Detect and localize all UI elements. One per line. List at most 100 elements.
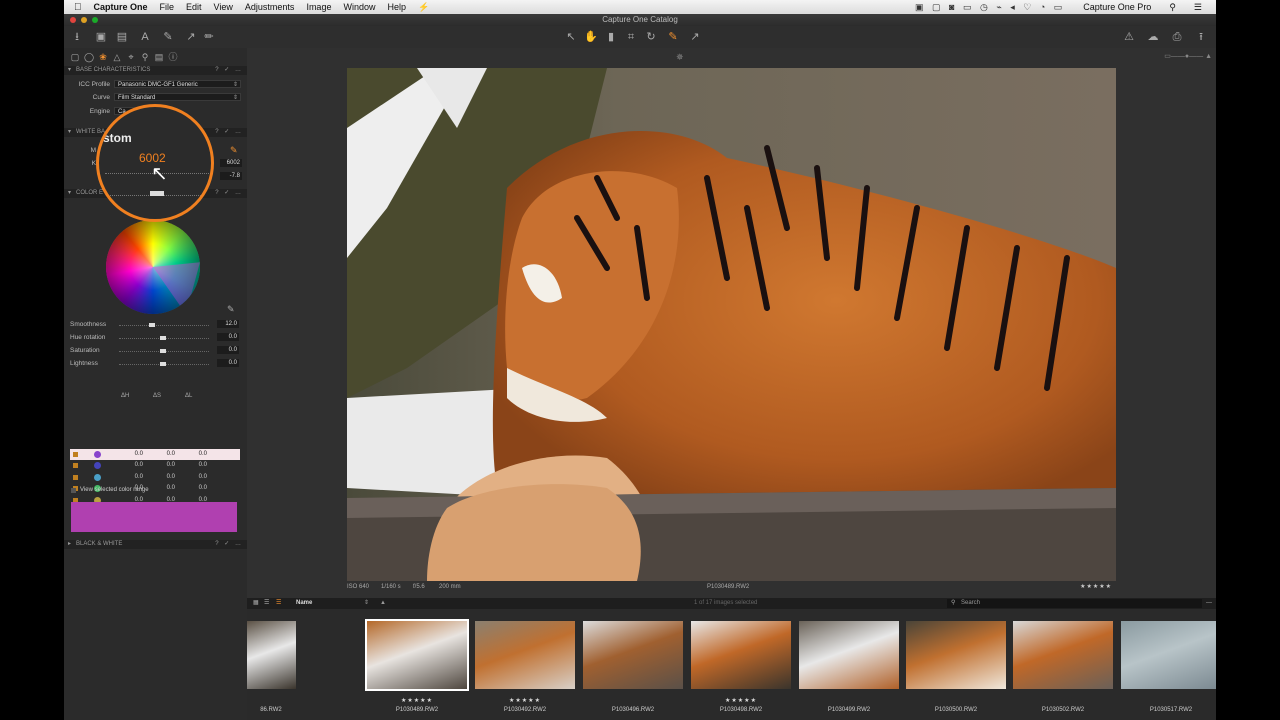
color-swatch[interactable] — [94, 451, 101, 458]
rotate-tool-icon[interactable]: ↻ — [644, 30, 658, 44]
smoothness-value[interactable]: 12.0 — [217, 320, 239, 328]
collapse-browser-icon[interactable]: — — [1206, 598, 1212, 609]
expand-arrow-icon[interactable]: ▸ — [68, 540, 71, 549]
brush-icon[interactable]: ✎ — [161, 30, 175, 44]
filmstrip-thumbnail[interactable] — [691, 621, 791, 689]
rating-stars[interactable]: ★★★★★ — [1080, 582, 1112, 593]
saturation-knob[interactable] — [160, 349, 166, 353]
import-icon[interactable]: ⭳ — [70, 30, 84, 44]
filmstrip-thumbnail[interactable] — [1013, 621, 1113, 689]
filmstrip-thumbnail[interactable] — [365, 619, 469, 691]
exposure-tab-icon[interactable]: △ — [112, 52, 122, 62]
library-tab-icon[interactable]: ▢ — [70, 52, 80, 62]
metadata-tab-icon[interactable]: ▤ — [154, 52, 164, 62]
thumbnail-rating[interactable]: ★★★★★ — [691, 697, 791, 704]
thumbnail-rating[interactable]: ★★★★★ — [475, 697, 575, 704]
wb-picker-icon[interactable]: ✎ — [230, 145, 238, 156]
hand-tool-icon[interactable]: ✋ — [584, 30, 598, 44]
select-tool-icon[interactable]: ↖ — [564, 30, 578, 44]
close-button[interactable] — [70, 17, 76, 23]
capture-icon[interactable]: ▣ — [94, 30, 108, 44]
enable-checkbox[interactable] — [73, 463, 78, 469]
saturation-value[interactable]: 0.0 — [217, 346, 239, 354]
thumbnail-rating[interactable]: ★★★★★ — [367, 697, 467, 704]
lightness-value[interactable]: 0.0 — [217, 359, 239, 367]
smoothness-knob[interactable] — [149, 323, 155, 327]
crop-tool-icon[interactable]: ⌗ — [624, 30, 638, 44]
section-controls[interactable]: ? ✓ … — [215, 540, 243, 549]
hue-rotation-value[interactable]: 0.0 — [217, 333, 239, 341]
zoom-button[interactable] — [92, 17, 98, 23]
sort-select[interactable]: Name — [296, 598, 312, 609]
sort-direction-icon[interactable]: ▲ — [380, 598, 386, 609]
color-adjustment-row[interactable]: 0.0 0.0 0.0 — [70, 449, 240, 460]
section-controls[interactable]: ? ✓ … — [215, 189, 243, 198]
color-adjustment-row[interactable]: 0.0 0.0 0.0 — [70, 472, 240, 483]
pen-icon[interactable]: ✏ — [202, 30, 216, 44]
menu-adjustments[interactable]: Adjustments — [239, 2, 301, 12]
browser-list-icon[interactable]: ☰ — [264, 598, 269, 609]
spotlight-icon[interactable]: ⚲ — [1163, 2, 1182, 13]
script-bolt-icon[interactable]: ⚡ — [412, 2, 435, 13]
text-tool-icon[interactable]: A — [138, 30, 152, 44]
hue-rotation-knob[interactable] — [160, 336, 166, 340]
menu-file[interactable]: File — [154, 2, 181, 12]
filmstrip-thumbnail[interactable] — [906, 621, 1006, 689]
filmstrip-thumbnail[interactable] — [1121, 621, 1216, 689]
filmstrip-thumbnail[interactable] — [799, 621, 899, 689]
menu-edit[interactable]: Edit — [180, 2, 208, 12]
section-controls[interactable]: ? ✓ … — [215, 66, 243, 75]
compare-icon[interactable]: ☁ — [1146, 30, 1160, 44]
browser-filmstrip-icon[interactable]: ☰ — [276, 598, 281, 609]
sort-updown-icon[interactable]: ⇕ — [364, 598, 369, 609]
app-menu[interactable]: Capture One — [88, 2, 154, 12]
wb-picker-icon[interactable]: ✎ — [666, 30, 680, 44]
color-wheel[interactable] — [106, 220, 200, 314]
base-characteristics-header[interactable]: ▾ BASE CHARACTERISTICS ? ✓ … — [64, 66, 247, 75]
filmstrip-thumbnail[interactable] — [583, 621, 683, 689]
collapse-arrow-icon[interactable]: ▾ — [68, 189, 71, 198]
section-controls[interactable]: ? ✓ … — [215, 128, 243, 137]
lens-tab-icon[interactable]: ⌖ — [126, 52, 136, 62]
view-range-checkbox[interactable] — [71, 488, 76, 493]
minimize-button[interactable] — [81, 17, 87, 23]
zoom-tool-icon[interactable]: ▮ — [604, 30, 618, 44]
lightness-knob[interactable] — [160, 362, 166, 366]
copy-apply-icon[interactable]: ↗ — [688, 30, 702, 44]
notification-icon[interactable]: ☰ — [1188, 2, 1208, 13]
collapse-arrow-icon[interactable]: ▾ — [68, 128, 71, 137]
menu-image[interactable]: Image — [300, 2, 337, 12]
info-tab-icon[interactable]: ⓘ — [168, 52, 178, 62]
curve-select[interactable]: Film Standard ⇕ — [114, 93, 241, 101]
color-swatch[interactable] — [94, 473, 101, 481]
export-icon[interactable]: ⭱ — [1194, 30, 1208, 44]
capture-tab-icon[interactable]: ◯ — [84, 52, 94, 62]
menu-help[interactable]: Help — [381, 2, 412, 12]
picker-icon[interactable]: ↗ — [184, 30, 198, 44]
filmstrip-thumbnail[interactable] — [475, 621, 575, 689]
collapse-arrow-icon[interactable]: ▾ — [68, 66, 71, 75]
enable-checkbox[interactable] — [73, 452, 78, 457]
live-view-icon[interactable]: ▤ — [115, 30, 129, 44]
color-tab-icon[interactable]: ❀ — [98, 52, 108, 62]
kelvin-value[interactable]: 6002 — [220, 159, 242, 167]
icc-profile-select[interactable]: Panasonic DMC-GF1 Generic ⇕ — [114, 80, 241, 88]
warning-icon[interactable]: ⚠ — [1122, 30, 1136, 44]
details-tab-icon[interactable]: ⚲ — [140, 52, 150, 62]
browser-grid-icon[interactable]: ▦ — [253, 598, 259, 609]
search-field[interactable]: ⚲ Search — [947, 599, 1202, 608]
print-icon[interactable]: ⎙ — [1170, 30, 1184, 44]
menu-window[interactable]: Window — [337, 2, 381, 12]
right-app-name[interactable]: Capture One Pro — [1077, 2, 1157, 12]
color-picker-icon[interactable]: ✎ — [227, 304, 235, 315]
menu-view[interactable]: View — [208, 2, 239, 12]
color-swatch[interactable] — [94, 462, 101, 470]
viewer-zoom-slider[interactable]: ▭――●―― ▲ — [1164, 52, 1212, 60]
filmstrip-thumbnail[interactable] — [247, 621, 296, 689]
smoothness-slider[interactable] — [119, 325, 209, 327]
apple-menu-icon[interactable]:  — [64, 2, 88, 13]
tint-value[interactable]: -7.8 — [220, 172, 242, 180]
enable-checkbox[interactable] — [73, 474, 78, 480]
color-adjustment-row[interactable]: 0.0 0.0 0.0 — [70, 460, 240, 471]
black-white-header[interactable]: ▸ BLACK & WHITE ? ✓ … — [64, 540, 247, 549]
